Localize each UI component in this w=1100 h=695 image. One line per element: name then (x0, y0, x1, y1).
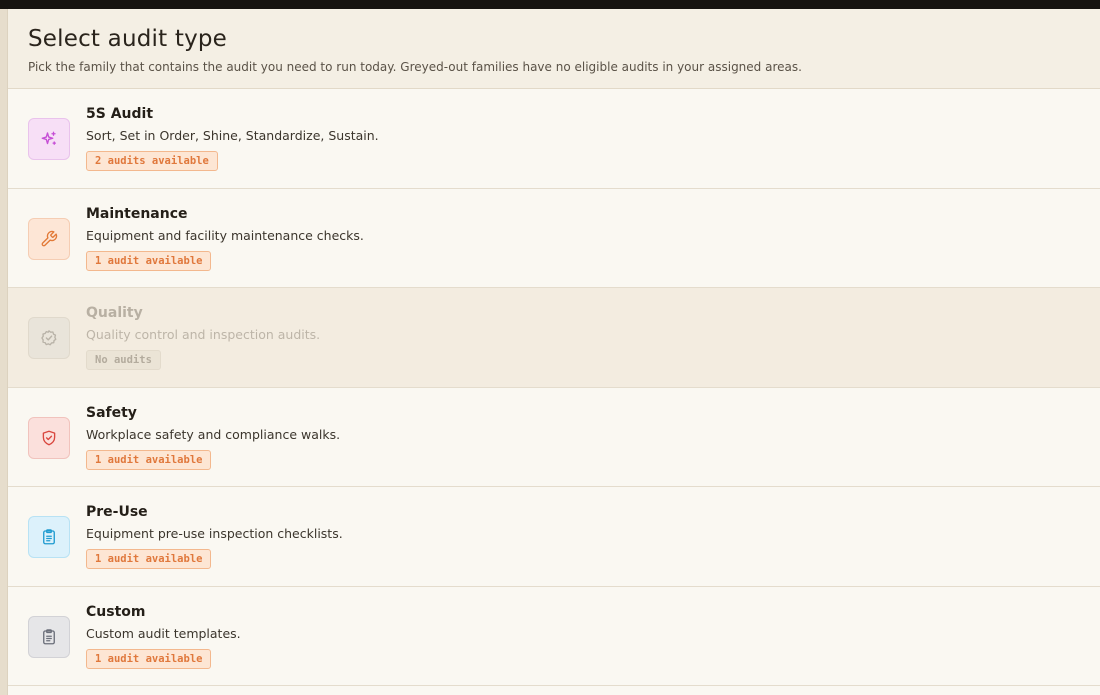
family-row-5s-audit[interactable]: 5S Audit Sort, Set in Order, Shine, Stan… (8, 89, 1100, 189)
availability-badge: 1 audit available (86, 648, 212, 669)
family-name: Safety (86, 404, 137, 421)
clipboard-list-icon (28, 516, 70, 558)
audit-family-list: 5S Audit Sort, Set in Order, Shine, Stan… (8, 89, 1100, 686)
shield-check-icon (28, 416, 70, 459)
family-name: 5S Audit (86, 106, 154, 122)
family-name: Pre-Use (86, 504, 148, 520)
wrench-icon (28, 217, 70, 260)
panel-header: Select audit type Pick the family that c… (8, 9, 1100, 89)
audit-type-panel: Select audit type Pick the family that c… (8, 9, 1100, 695)
family-description: Sort, Set in Order, Shine, Standardize, … (86, 128, 379, 143)
left-edge-panel (0, 9, 8, 695)
family-row-maintenance[interactable]: Maintenance Equipment and facility maint… (8, 189, 1100, 288)
family-row-quality: Quality Quality control and inspection a… (8, 288, 1100, 388)
availability-badge: 1 audit available (86, 250, 212, 271)
family-name: Maintenance (86, 205, 188, 222)
page-subtitle: Pick the family that contains the audit … (28, 60, 802, 74)
badge-check-icon (28, 317, 70, 359)
sparkles-icon (28, 118, 70, 160)
family-row-custom[interactable]: Custom Custom audit templates. 1 audit a… (8, 587, 1100, 686)
family-description: Custom audit templates. (86, 625, 241, 641)
family-name: Custom (86, 603, 146, 620)
availability-badge: 1 audit available (86, 449, 212, 470)
availability-badge: No audits (86, 350, 161, 370)
top-bar (0, 0, 1100, 9)
availability-badge: 1 audit available (86, 549, 212, 569)
clipboard-icon (28, 615, 70, 658)
family-description: Quality control and inspection audits. (86, 327, 321, 342)
family-row-safety[interactable]: Safety Workplace safety and compliance w… (8, 388, 1100, 487)
availability-badge: 2 audits available (86, 151, 218, 171)
family-description: Equipment and facility maintenance check… (86, 227, 364, 243)
page-title: Select audit type (28, 26, 228, 52)
family-description: Equipment pre-use inspection checklists. (86, 526, 343, 541)
family-row-pre-use[interactable]: Pre-Use Equipment pre-use inspection che… (8, 487, 1100, 587)
family-name: Quality (86, 305, 143, 321)
family-description: Workplace safety and compliance walks. (86, 426, 341, 442)
